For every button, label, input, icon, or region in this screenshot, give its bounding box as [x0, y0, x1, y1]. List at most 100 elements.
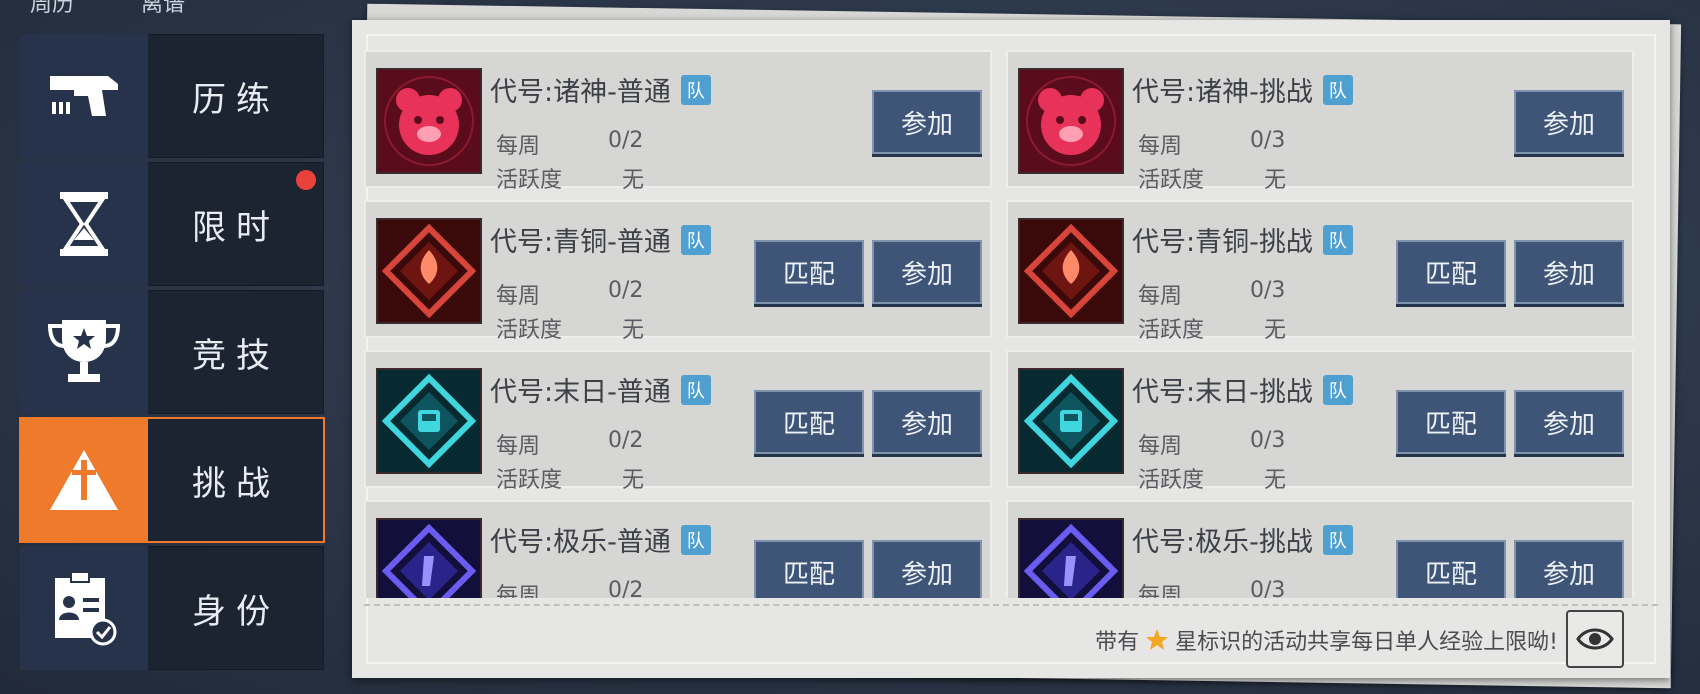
- join-button[interactable]: 参加: [1514, 540, 1624, 598]
- weekly-value: 0/3: [1250, 278, 1286, 303]
- activity-value: 无: [622, 168, 645, 193]
- team-badge: 队: [1322, 224, 1353, 255]
- cyan-train-icon: [376, 368, 482, 474]
- activity-label: 活跃度: [496, 168, 563, 193]
- footer-note: 带有 星标识的活动共享每日单人经验上限呦!: [1095, 624, 1558, 656]
- join-button[interactable]: 参加: [872, 240, 982, 304]
- purple-crystal-icon: [376, 518, 482, 598]
- event-title: 代号:诸神-普通 队: [490, 70, 711, 109]
- team-badge: 队: [1322, 74, 1353, 105]
- activity-value: 无: [1264, 468, 1287, 493]
- match-button[interactable]: 匹配: [1396, 240, 1506, 304]
- weekly-stat: 每周 0/3: [1138, 428, 1285, 460]
- pink-bear-icon: [376, 68, 482, 174]
- team-badge: 队: [1322, 374, 1353, 405]
- event-list[interactable]: 代号:诸神-普通 队 每周 0/2 活跃度 无 参加 代号:诸神-挑战 队 每周…: [364, 50, 1634, 598]
- weekly-label: 每周: [496, 134, 541, 159]
- weekly-value: 0/3: [1250, 428, 1286, 453]
- match-button[interactable]: 匹配: [754, 390, 864, 454]
- gun-icon: [20, 34, 148, 158]
- event-title-text: 代号:青铜-普通: [490, 227, 671, 258]
- top-tab-0[interactable]: 周历: [30, 0, 74, 17]
- activity-label: 活跃度: [1138, 168, 1205, 193]
- event-title: 代号:末日-普通 队: [490, 370, 711, 409]
- match-button[interactable]: 匹配: [1396, 390, 1506, 454]
- star-icon: [1146, 629, 1169, 650]
- match-button[interactable]: 匹配: [754, 240, 864, 304]
- weekly-label: 每周: [1138, 434, 1183, 459]
- sidebar-item-label: 身份: [192, 591, 280, 632]
- divider: [364, 604, 1658, 606]
- activity-label: 活跃度: [496, 318, 563, 343]
- red-flame-icon: [376, 218, 482, 324]
- sidebar-item-arena[interactable]: 竞技: [20, 290, 324, 414]
- event-title: 代号:青铜-挑战 队: [1132, 220, 1353, 259]
- team-badge: 队: [680, 224, 711, 255]
- activity-stat: 活跃度 无: [1138, 312, 1286, 344]
- event-title-text: 代号:末日-挑战: [1132, 377, 1313, 408]
- footer-prefix: 带有: [1095, 630, 1140, 655]
- challenge-panel: 代号:诸神-普通 队 每周 0/2 活跃度 无 参加 代号:诸神-挑战 队 每周…: [352, 20, 1670, 678]
- weekly-stat: 每周 0/2: [496, 578, 643, 598]
- event-card: 代号:诸神-挑战 队 每周 0/3 活跃度 无 参加: [1006, 50, 1634, 193]
- activity-stat: 活跃度 无: [496, 462, 644, 494]
- eye-icon[interactable]: [1566, 610, 1624, 668]
- category-sidebar: 历练 限时 竞技 挑战 身份: [19, 34, 325, 674]
- sidebar-item-identity[interactable]: 身份: [20, 546, 324, 670]
- sidebar-item-limited[interactable]: 限时: [20, 162, 324, 286]
- purple-crystal-icon: [1018, 518, 1124, 598]
- event-title-text: 代号:末日-普通: [490, 377, 671, 408]
- sidebar-item-practice[interactable]: 历练: [20, 34, 324, 158]
- sidebar-item-challenge[interactable]: 挑战: [19, 417, 325, 543]
- sidebar-item-label: 竞技: [192, 335, 280, 376]
- event-card: 代号:末日-挑战 队 每周 0/3 活跃度 无 匹配 参加: [1006, 350, 1634, 493]
- event-title: 代号:极乐-挑战 队: [1132, 520, 1353, 559]
- weekly-value: 0/2: [608, 428, 644, 453]
- event-title-text: 代号:诸神-普通: [490, 77, 671, 108]
- sidebar-item-label: 历练: [192, 79, 280, 120]
- activity-label: 活跃度: [496, 468, 563, 493]
- weekly-label: 每周: [1138, 284, 1183, 309]
- weekly-value: 0/3: [1250, 578, 1286, 598]
- event-title: 代号:青铜-普通 队: [490, 220, 711, 259]
- weekly-value: 0/2: [608, 578, 644, 598]
- event-title: 代号:末日-挑战 队: [1132, 370, 1353, 409]
- weekly-value: 0/2: [608, 128, 644, 153]
- event-card: 代号:诸神-普通 队 每周 0/2 活跃度 无 参加: [364, 50, 992, 193]
- sidebar-item-label: 挑战: [192, 463, 280, 504]
- weekly-stat: 每周 0/2: [496, 428, 643, 460]
- activity-value: 无: [1264, 318, 1287, 343]
- event-card: 代号:青铜-普通 队 每周 0/2 活跃度 无 匹配 参加: [364, 200, 992, 343]
- team-badge: 队: [680, 524, 711, 555]
- weekly-stat: 每周 0/3: [1138, 278, 1285, 310]
- match-button[interactable]: 匹配: [754, 540, 864, 598]
- weekly-label: 每周: [496, 434, 541, 459]
- activity-stat: 活跃度 无: [496, 312, 644, 344]
- team-badge: 队: [680, 74, 711, 105]
- weekly-stat: 每周 0/2: [496, 278, 643, 310]
- event-card: 代号:末日-普通 队 每周 0/2 活跃度 无 匹配 参加: [364, 350, 992, 493]
- event-title-text: 代号:青铜-挑战: [1132, 227, 1313, 258]
- top-tab-1[interactable]: 离谱: [141, 0, 185, 17]
- activity-value: 无: [1264, 168, 1287, 193]
- event-title-text: 代号:极乐-挑战: [1132, 527, 1313, 558]
- weekly-stat: 每周 0/2: [496, 128, 643, 160]
- weekly-value: 0/3: [1250, 128, 1286, 153]
- join-button[interactable]: 参加: [1514, 390, 1624, 454]
- join-button[interactable]: 参加: [1514, 240, 1624, 304]
- match-button[interactable]: 匹配: [1396, 540, 1506, 598]
- activity-value: 无: [622, 318, 645, 343]
- weekly-label: 每周: [496, 584, 541, 598]
- join-button[interactable]: 参加: [872, 90, 982, 154]
- id-badge-icon: [20, 546, 148, 670]
- top-tabs: 周历 离谱: [30, 0, 245, 18]
- weekly-stat: 每周 0/3: [1138, 128, 1285, 160]
- join-button[interactable]: 参加: [872, 390, 982, 454]
- join-button[interactable]: 参加: [1514, 90, 1624, 154]
- join-button[interactable]: 参加: [872, 540, 982, 598]
- trophy-icon: [20, 290, 148, 414]
- event-title-text: 代号:诸神-挑战: [1132, 77, 1313, 108]
- activity-value: 无: [622, 468, 645, 493]
- team-badge: 队: [1322, 524, 1353, 555]
- event-card: 代号:极乐-普通 队 每周 0/2 活跃度 匹配 参加: [364, 500, 992, 598]
